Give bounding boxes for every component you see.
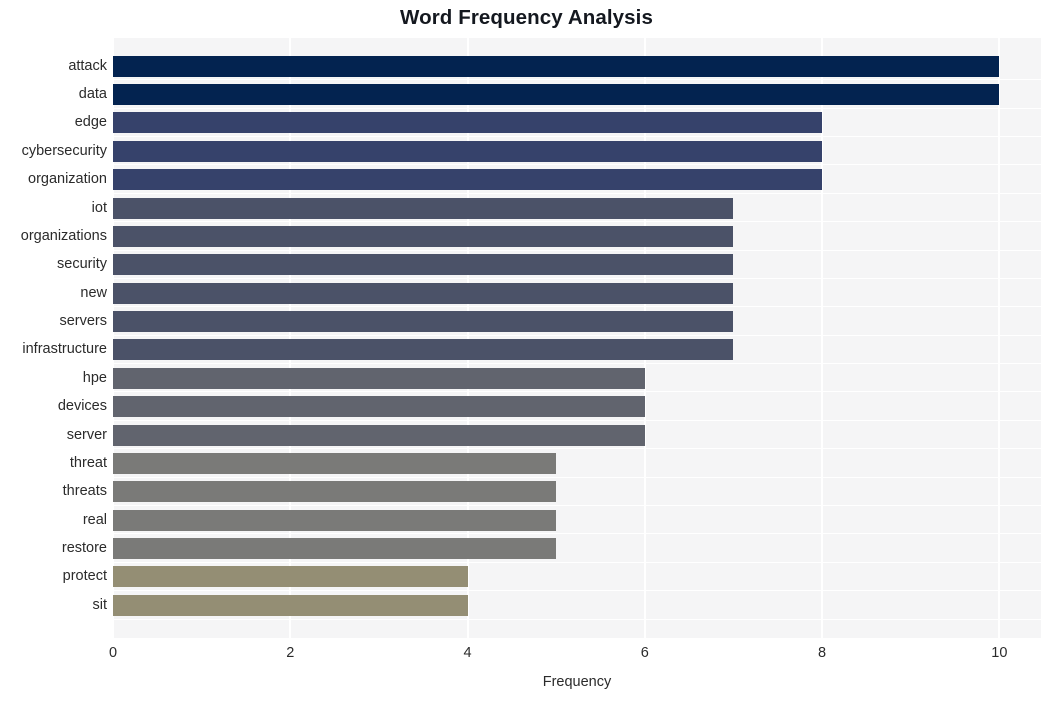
y-tick-label: organization bbox=[28, 171, 107, 187]
horizontal-gridline bbox=[113, 250, 1041, 251]
y-tick-label: new bbox=[80, 285, 107, 301]
y-tick-label: security bbox=[57, 256, 107, 272]
bar bbox=[113, 538, 557, 559]
x-axis-tick-labels: 0 2 4 6 8 10 bbox=[0, 642, 1053, 668]
horizontal-gridline bbox=[113, 278, 1041, 279]
y-tick-label: servers bbox=[59, 313, 107, 329]
bar bbox=[113, 169, 823, 190]
horizontal-gridline bbox=[113, 619, 1041, 620]
y-axis-tick-labels: attack data edge cybersecurity organization i… bbox=[0, 38, 107, 638]
horizontal-gridline bbox=[113, 590, 1041, 591]
bar bbox=[113, 595, 468, 616]
y-tick-label: server bbox=[66, 427, 107, 443]
horizontal-gridline bbox=[113, 136, 1041, 137]
horizontal-gridline bbox=[113, 562, 1041, 563]
y-tick-label: data bbox=[78, 86, 107, 102]
bar bbox=[113, 198, 734, 219]
y-tick-label: attack bbox=[68, 58, 107, 74]
bar bbox=[113, 481, 557, 502]
horizontal-gridline bbox=[113, 533, 1041, 534]
horizontal-gridline bbox=[113, 164, 1041, 165]
bar bbox=[113, 254, 734, 275]
y-tick-label: iot bbox=[91, 200, 107, 216]
bar bbox=[113, 425, 645, 446]
y-tick-label: devices bbox=[57, 398, 107, 414]
y-tick-label: restore bbox=[61, 540, 107, 556]
y-tick-label: real bbox=[82, 512, 107, 528]
horizontal-gridline bbox=[113, 477, 1041, 478]
horizontal-gridline bbox=[113, 79, 1041, 80]
horizontal-gridline bbox=[113, 221, 1041, 222]
horizontal-gridline bbox=[113, 193, 1041, 194]
x-tick-label: 10 bbox=[991, 645, 1008, 661]
bar bbox=[113, 311, 734, 332]
horizontal-gridline bbox=[113, 335, 1041, 336]
horizontal-gridline bbox=[113, 505, 1041, 506]
y-tick-label: threats bbox=[62, 483, 107, 499]
chart-figure: Word Frequency Analysis attack data edge cy… bbox=[0, 0, 1053, 701]
bar bbox=[113, 226, 734, 247]
bar bbox=[113, 112, 823, 133]
y-tick-label: edge bbox=[74, 114, 107, 130]
bar bbox=[113, 141, 823, 162]
y-tick-label: protect bbox=[62, 568, 107, 584]
horizontal-gridline bbox=[113, 391, 1041, 392]
x-tick-label: 4 bbox=[463, 645, 472, 661]
bar bbox=[113, 566, 468, 587]
bar bbox=[113, 84, 1000, 105]
y-tick-label: sit bbox=[92, 597, 108, 613]
x-axis-label: Frequency bbox=[542, 674, 612, 690]
x-tick-label: 0 bbox=[108, 645, 118, 661]
y-tick-label: organizations bbox=[20, 228, 107, 244]
bar bbox=[113, 339, 734, 360]
horizontal-gridline bbox=[113, 420, 1041, 421]
y-tick-label: threat bbox=[69, 455, 107, 471]
y-tick-label: cybersecurity bbox=[21, 143, 107, 159]
horizontal-gridline bbox=[113, 448, 1041, 449]
x-tick-label: 2 bbox=[286, 645, 295, 661]
chart-title: Word Frequency Analysis bbox=[400, 6, 653, 29]
horizontal-gridline bbox=[113, 108, 1041, 109]
horizontal-gridline bbox=[113, 306, 1041, 307]
bar bbox=[113, 453, 557, 474]
plot-area bbox=[113, 38, 1041, 638]
bar bbox=[113, 396, 645, 417]
bar bbox=[113, 56, 1000, 77]
y-tick-label: infrastructure bbox=[22, 341, 107, 357]
x-tick-label: 8 bbox=[818, 645, 827, 661]
bar bbox=[113, 283, 734, 304]
y-tick-label: hpe bbox=[82, 370, 107, 386]
horizontal-gridline bbox=[113, 363, 1041, 364]
bar bbox=[113, 368, 645, 389]
bar bbox=[113, 510, 557, 531]
vertical-gridline bbox=[998, 38, 1001, 638]
x-tick-label: 6 bbox=[640, 645, 649, 661]
